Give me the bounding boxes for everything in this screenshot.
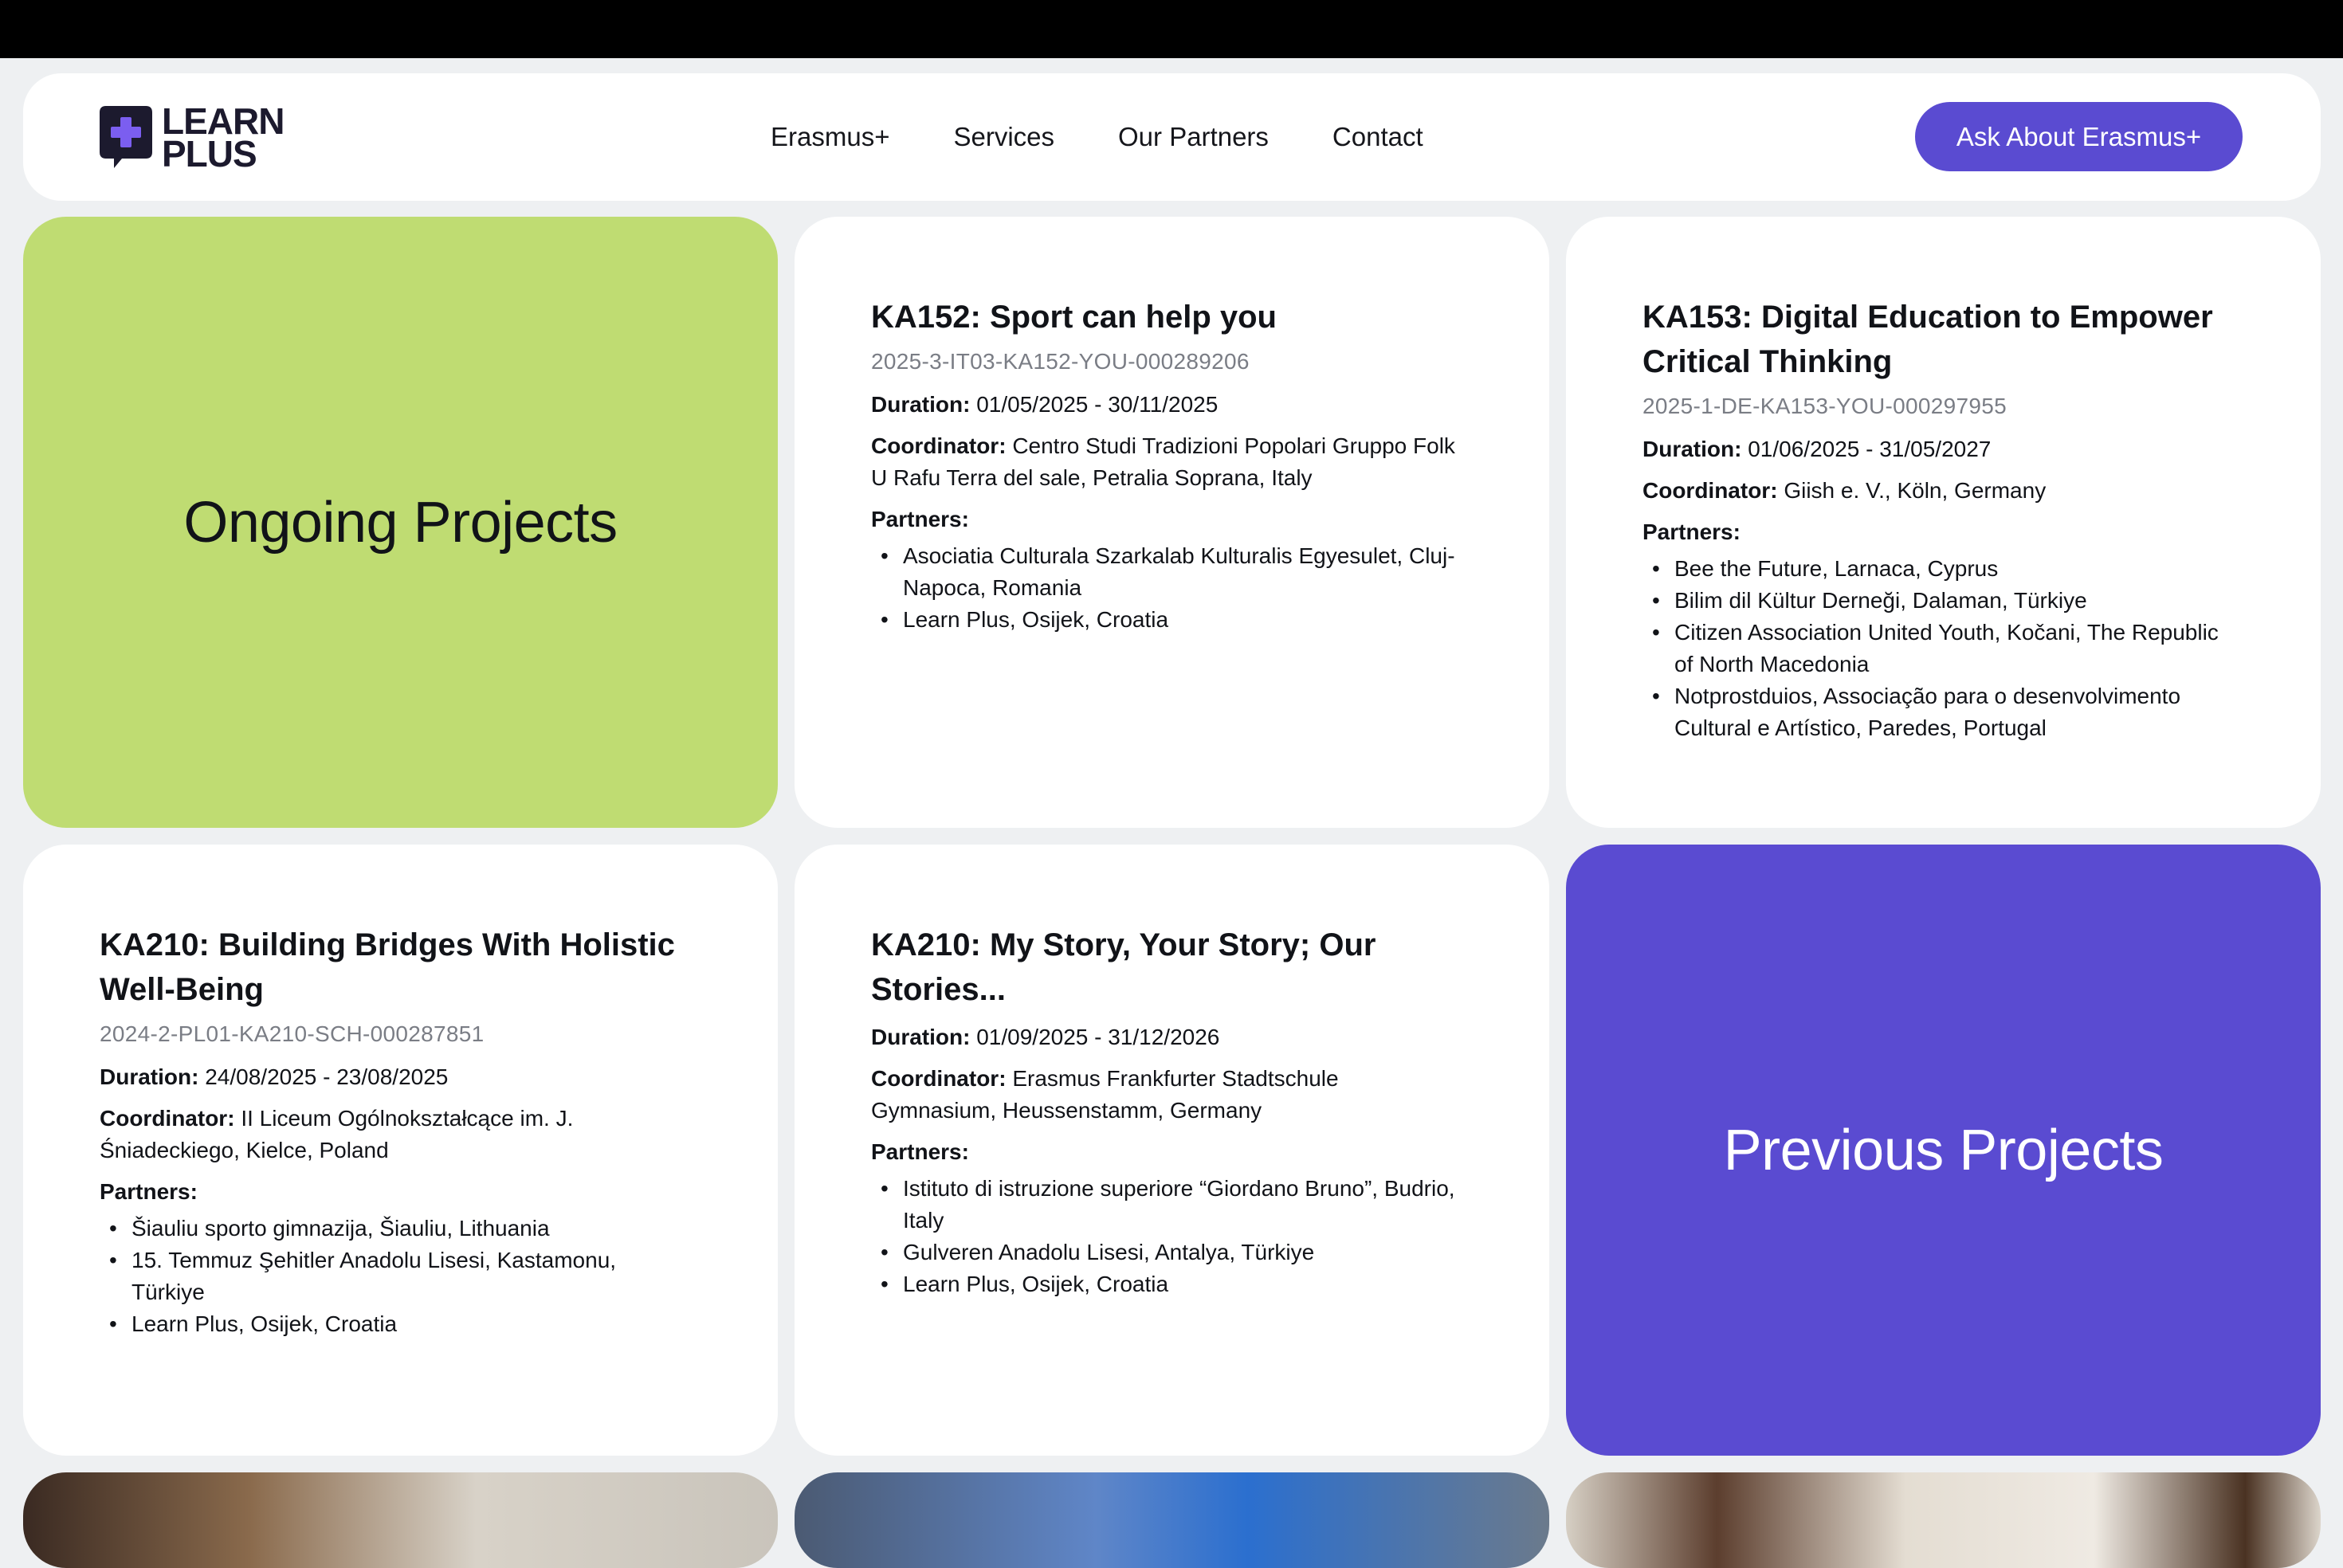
project-coordinator: Coordinator: Giish e. V., Köln, Germany xyxy=(1642,475,2232,507)
project-photo-event-hall xyxy=(23,1472,778,1568)
partners-label: Partners: xyxy=(871,1139,969,1164)
nav-link-partners[interactable]: Our Partners xyxy=(1118,122,1269,152)
previous-projects-heading: Previous Projects xyxy=(1723,1118,2164,1182)
main-nav: Erasmus+ Services Our Partners Contact xyxy=(771,73,1423,201)
coordinator-label: Coordinator: xyxy=(871,1066,1007,1091)
logo-plus-icon xyxy=(100,106,152,168)
project-coordinator: Coordinator: II Liceum Ogólnokształcące … xyxy=(100,1103,689,1166)
project-photo-participant xyxy=(1566,1472,2321,1568)
project-card: KA210: My Story, Your Story; Our Stories… xyxy=(795,845,1549,1456)
nav-link-services[interactable]: Services xyxy=(953,122,1054,152)
previous-projects-tile[interactable]: Previous Projects xyxy=(1566,845,2321,1456)
partner-item: Learn Plus, Osijek, Croatia xyxy=(100,1308,689,1340)
project-code: 2024-2-PL01-KA210-SCH-000287851 xyxy=(100,1021,485,1046)
partners-list: Istituto di istruzione superiore “Giorda… xyxy=(871,1173,1461,1300)
project-code: 2025-1-DE-KA153-YOU-000297955 xyxy=(1642,394,2007,418)
partner-item: Bee the Future, Larnaca, Cyprus xyxy=(1642,553,2232,585)
partner-item: Bilim dil Kültur Derneği, Dalaman, Türki… xyxy=(1642,585,2232,617)
logo[interactable]: LEARN PLUS xyxy=(100,103,285,174)
partner-item: Notprostduios, Associação para o desenvo… xyxy=(1642,680,2232,744)
ask-about-erasmus-button[interactable]: Ask About Erasmus+ xyxy=(1915,102,2243,171)
partners-list: Bee the Future, Larnaca, Cyprus Bilim di… xyxy=(1642,553,2232,744)
logo-wordmark: LEARN PLUS xyxy=(162,103,285,174)
duration-value: 01/05/2025 - 30/11/2025 xyxy=(976,392,1219,417)
duration-value: 01/09/2025 - 31/12/2026 xyxy=(976,1025,1220,1049)
project-card: KA210: Building Bridges With Holistic We… xyxy=(23,845,778,1456)
partners-label: Partners: xyxy=(1642,519,1741,544)
partner-item: Learn Plus, Osijek, Croatia xyxy=(871,604,1461,636)
project-photo-classroom xyxy=(795,1472,1549,1568)
ongoing-projects-heading: Ongoing Projects xyxy=(183,490,618,555)
partner-item: Learn Plus, Osijek, Croatia xyxy=(871,1268,1461,1300)
project-title: KA210: My Story, Your Story; Our Stories… xyxy=(871,927,1376,1007)
ongoing-projects-tile: Ongoing Projects xyxy=(23,217,778,828)
duration-label: Duration: xyxy=(100,1064,199,1089)
project-duration: Duration: 24/08/2025 - 23/08/2025 xyxy=(100,1061,689,1093)
project-duration: Duration: 01/06/2025 - 31/05/2027 xyxy=(1642,433,2232,465)
project-title: KA153: Digital Education to Empower Crit… xyxy=(1642,300,2213,379)
project-coordinator: Coordinator: Erasmus Frankfurter Stadtsc… xyxy=(871,1063,1461,1127)
site-header: LEARN PLUS Erasmus+ Services Our Partner… xyxy=(23,73,2321,201)
partners-label: Partners: xyxy=(100,1179,198,1204)
coordinator-value: Giish e. V., Köln, Germany xyxy=(1784,478,2047,503)
partner-item: 15. Temmuz Şehitler Anadolu Lisesi, Kast… xyxy=(100,1245,689,1308)
project-duration: Duration: 01/05/2025 - 30/11/2025 xyxy=(871,389,1461,421)
partner-item: Citizen Association United Youth, Kočani… xyxy=(1642,617,2232,680)
coordinator-label: Coordinator: xyxy=(871,433,1007,458)
project-duration: Duration: 01/09/2025 - 31/12/2026 xyxy=(871,1021,1461,1053)
partner-item: Istituto di istruzione superiore “Giorda… xyxy=(871,1173,1461,1237)
project-title: KA210: Building Bridges With Holistic We… xyxy=(100,927,675,1007)
partner-item: Gulveren Anadolu Lisesi, Antalya, Türkiy… xyxy=(871,1237,1461,1268)
project-card: KA153: Digital Education to Empower Crit… xyxy=(1566,217,2321,828)
duration-label: Duration: xyxy=(871,1025,971,1049)
duration-label: Duration: xyxy=(1642,437,1742,461)
partners-list: Šiauliu sporto gimnazija, Šiauliu, Lithu… xyxy=(100,1213,689,1340)
project-coordinator: Coordinator: Centro Studi Tradizioni Pop… xyxy=(871,430,1461,494)
partners-list: Asociatia Culturala Szarkalab Kulturalis… xyxy=(871,540,1461,636)
nav-link-contact[interactable]: Contact xyxy=(1332,122,1423,152)
duration-value: 24/08/2025 - 23/08/2025 xyxy=(205,1064,449,1089)
partners-label: Partners: xyxy=(871,507,969,531)
browser-top-bar xyxy=(0,0,2343,58)
duration-label: Duration: xyxy=(871,392,971,417)
logo-line-2: PLUS xyxy=(162,133,257,174)
partner-item: Šiauliu sporto gimnazija, Šiauliu, Lithu… xyxy=(100,1213,689,1245)
project-title: KA152: Sport can help you xyxy=(871,300,1277,335)
nav-link-erasmus[interactable]: Erasmus+ xyxy=(771,122,889,152)
coordinator-label: Coordinator: xyxy=(1642,478,1778,503)
coordinator-label: Coordinator: xyxy=(100,1106,235,1131)
project-card: KA152: Sport can help you 2025-3-IT03-KA… xyxy=(795,217,1549,828)
duration-value: 01/06/2025 - 31/05/2027 xyxy=(1748,437,1992,461)
project-code: 2025-3-IT03-KA152-YOU-000289206 xyxy=(871,349,1250,374)
partner-item: Asociatia Culturala Szarkalab Kulturalis… xyxy=(871,540,1461,604)
